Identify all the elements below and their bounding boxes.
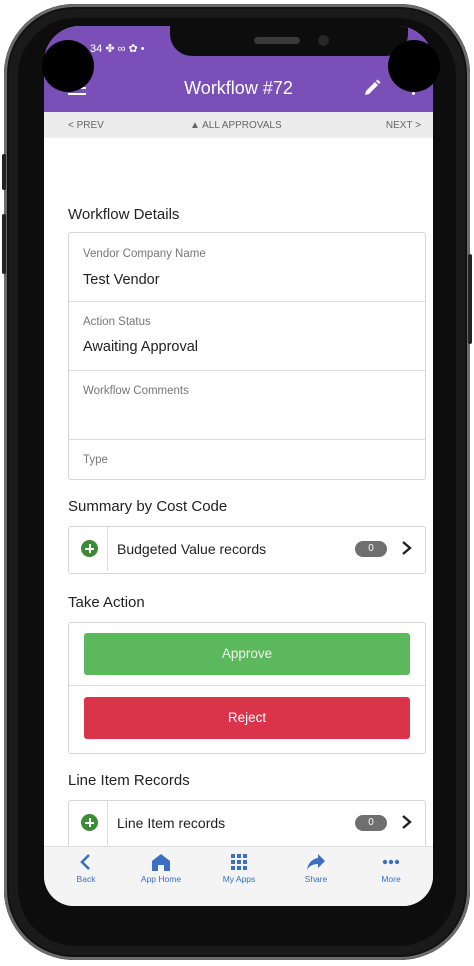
tab-label: Share [304,874,328,884]
take-action-heading: Take Action [68,594,145,611]
side-button [2,154,6,190]
record-nav: < PREV ▲ ALL APPROVALS NEXT > [44,112,433,138]
tab-my-apps[interactable]: My Apps [204,853,274,884]
chevron-right-icon[interactable] [399,812,415,832]
speaker [254,37,300,44]
divider [107,801,108,845]
tab-app-home[interactable]: App Home [126,853,196,884]
line-items-row[interactable]: Line Item records 0 [69,801,425,845]
tab-share[interactable]: Share [281,853,351,884]
summary-heading: Summary by Cost Code [68,498,228,515]
tab-label: My Apps [222,874,256,884]
line-items-heading: Line Item Records [68,772,190,789]
more-dots-icon [382,859,400,865]
count-badge: 0 [355,541,387,557]
approve-button[interactable]: Approve [84,633,410,675]
grid-icon [231,854,247,870]
field-workflow-comments: Workflow Comments [69,371,425,440]
tab-label: More [381,874,401,884]
all-approvals-link[interactable]: ▲ ALL APPROVALS [190,120,282,131]
field-vendor-company: Vendor Company Name Test Vendor [69,233,425,302]
tab-back[interactable]: Back [51,853,121,884]
status-time: 34 ✤ ∞ ✿ • [90,42,145,55]
add-plus-icon[interactable] [81,814,98,831]
line-items-label: Line Item records [117,815,226,831]
divider [107,527,108,571]
status-time-text: 34 [90,43,103,55]
field-label: Type [83,454,108,466]
notification-icons: ✤ ∞ ✿ • [105,43,145,55]
redaction-dot [42,40,94,92]
field-label: Workflow Comments [83,385,189,397]
side-button [468,254,472,344]
field-value: Awaiting Approval [83,339,199,355]
tab-label: Back [76,874,96,884]
count-badge: 0 [355,815,387,831]
budgeted-value-row[interactable]: Budgeted Value records 0 [69,527,425,571]
chevron-right-icon[interactable] [399,538,415,558]
field-value: Test Vendor [83,272,160,288]
add-plus-icon[interactable] [81,540,98,557]
notch [170,26,408,56]
divider [69,685,425,686]
home-icon [152,854,170,871]
tab-more[interactable]: More [356,853,426,884]
field-label: Action Status [83,316,151,328]
field-type: Type [69,440,425,478]
redaction-dot [388,40,440,92]
budgeted-value-card[interactable]: Budgeted Value records 0 [68,526,426,574]
next-link[interactable]: NEXT > [386,120,421,131]
front-camera [318,35,329,46]
phone-screen: 34 ✤ ∞ ✿ • ≋ ▮ 90 Workflow #72 < PREV ▲ … [44,26,433,906]
share-arrow-icon [307,854,325,870]
workflow-details-heading: Workflow Details [68,206,180,223]
edit-pencil-icon[interactable] [362,78,382,98]
field-action-status: Action Status Awaiting Approval [69,302,425,371]
bottom-tab-bar: Back App Home My Apps Share More [44,846,433,906]
take-action-card: Approve Reject [68,622,426,754]
tab-label: App Home [140,874,182,884]
field-label: Vendor Company Name [83,248,206,260]
back-chevron-icon [80,854,90,870]
app-bar: Workflow #72 [44,64,433,112]
side-button [2,214,6,274]
prev-link[interactable]: < PREV [68,120,104,131]
budgeted-value-label: Budgeted Value records [117,541,267,557]
reject-button[interactable]: Reject [84,697,410,739]
workflow-details-card: Vendor Company Name Test Vendor Action S… [68,232,426,480]
